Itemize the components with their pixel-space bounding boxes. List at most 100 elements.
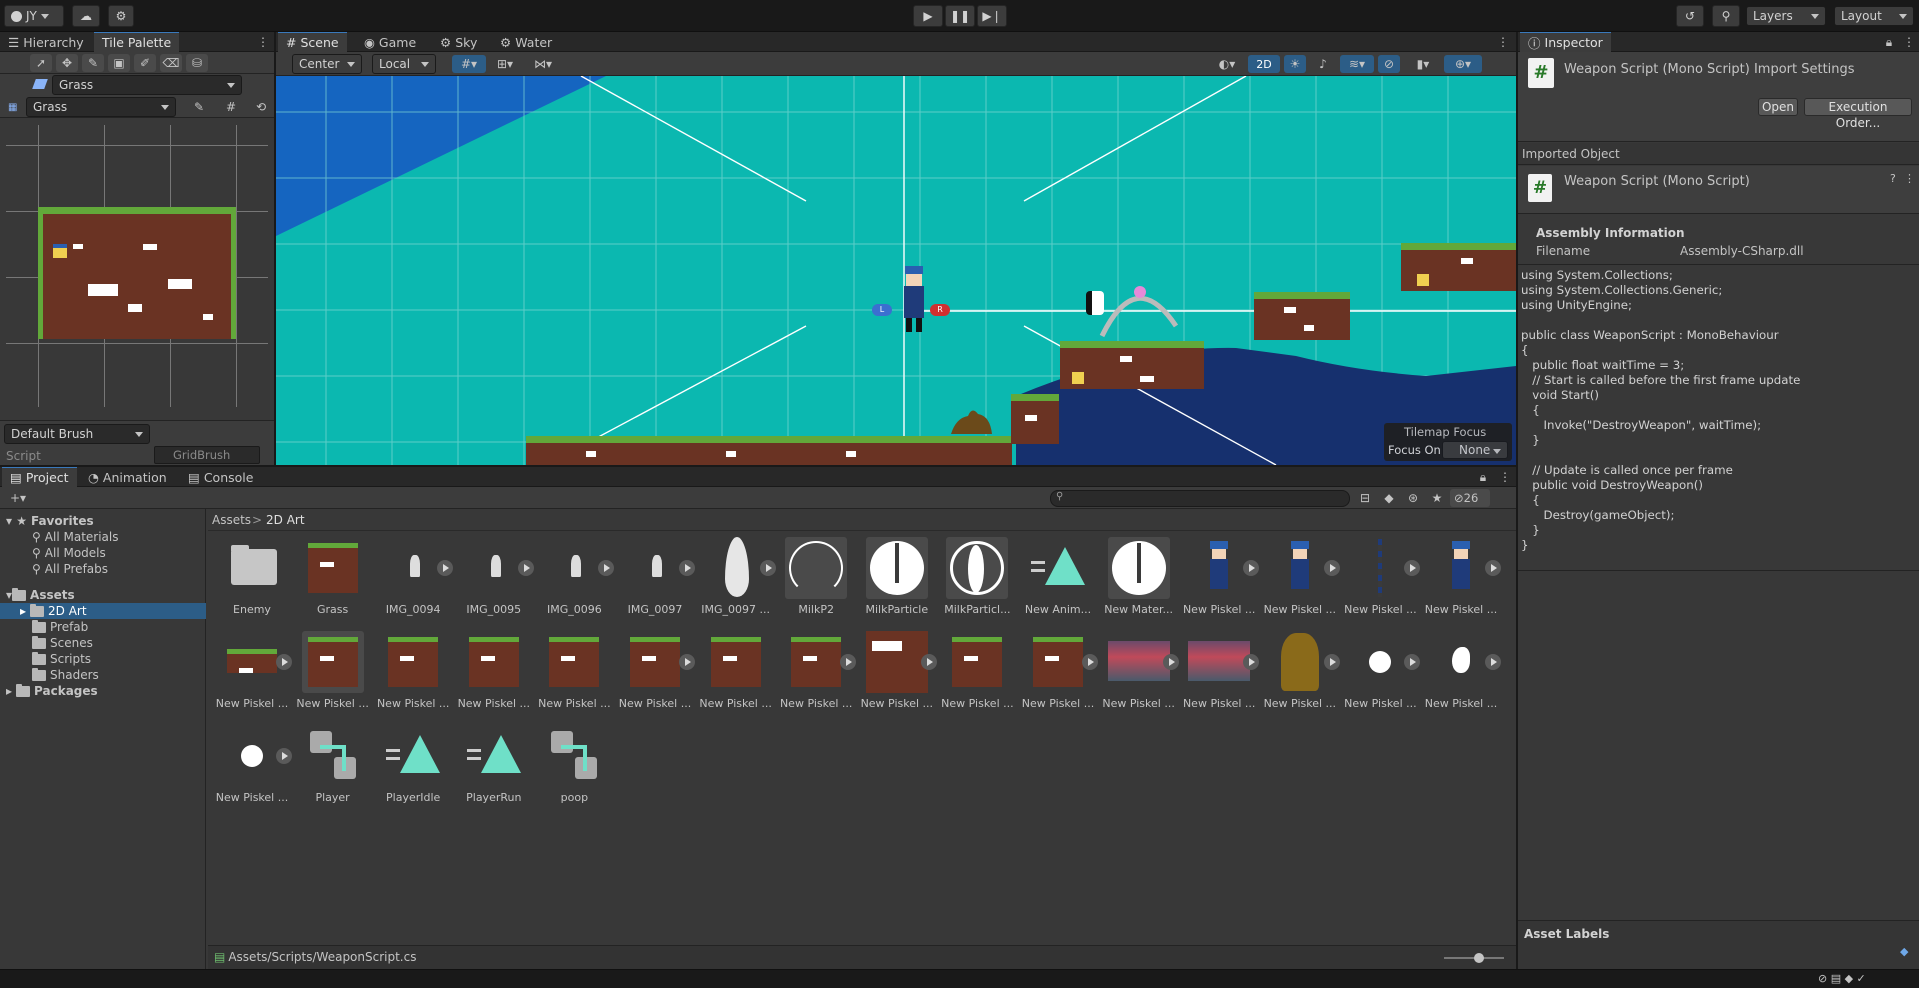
favorites-header[interactable]: ▾ ★ Favorites <box>0 513 94 529</box>
2d-toggle[interactable]: 2D <box>1248 55 1280 73</box>
asset-item[interactable]: poop <box>534 725 614 815</box>
step-platform[interactable] <box>1011 394 1059 444</box>
expand-play-icon[interactable] <box>679 654 695 670</box>
asset-item[interactable]: New Piskel ... <box>857 631 937 721</box>
asset-item[interactable]: New Piskel ... <box>937 631 1017 721</box>
player-sprite[interactable] <box>901 266 927 336</box>
fill-tool-icon[interactable]: ⛁ <box>186 54 208 72</box>
expand-play-icon[interactable] <box>1082 654 1098 670</box>
asset-item[interactable]: New Piskel ... <box>212 631 292 721</box>
asset-item[interactable]: New Piskel ... <box>1018 631 1098 721</box>
asset-item[interactable]: New Piskel ... <box>696 631 776 721</box>
expand-play-icon[interactable] <box>1162 654 1179 670</box>
lighting-icon[interactable]: ☀ <box>1284 55 1306 73</box>
asset-item[interactable]: New Piskel ... <box>1260 537 1340 627</box>
expand-play-icon[interactable] <box>1243 654 1260 670</box>
folder-2d-art[interactable]: ▸ 2D Art <box>0 603 206 619</box>
grid-snap-icon[interactable]: #▾ <box>452 55 486 73</box>
help-icon[interactable]: ? <box>1890 172 1896 185</box>
asset-item[interactable]: New Piskel ... <box>212 725 292 815</box>
asset-item[interactable]: IMG_0095 <box>454 537 534 627</box>
asset-item[interactable]: New Anim... <box>1018 537 1098 627</box>
settings-icon[interactable]: ⋮ <box>1904 172 1915 185</box>
expand-play-icon[interactable] <box>1485 654 1501 670</box>
asset-item[interactable]: Enemy <box>212 537 292 627</box>
collab-icon[interactable]: ⚙ <box>108 5 134 27</box>
expand-play-icon[interactable] <box>1243 560 1260 576</box>
cloud-icon[interactable]: ☁ <box>72 5 100 27</box>
expand-play-icon[interactable] <box>437 560 454 576</box>
focus-on-dropdown[interactable]: None <box>1442 441 1508 459</box>
expand-play-icon[interactable] <box>1404 654 1421 670</box>
breadcrumb-assets[interactable]: Assets <box>212 513 251 527</box>
space-dropdown[interactable]: Local <box>372 54 436 74</box>
pause-button[interactable]: ❚❚ <box>945 5 975 27</box>
scene-viewport[interactable]: L R Tilemap Focus Focus On None <box>276 76 1516 465</box>
asset-item[interactable]: IMG_0097 <box>615 537 695 627</box>
align-icon[interactable]: ⋈▾ <box>526 55 560 73</box>
create-asset-button[interactable]: +▾ <box>4 489 32 507</box>
upper-platform[interactable] <box>1401 243 1516 291</box>
gizmos-icon[interactable]: ⊕▾ <box>1444 55 1482 73</box>
layers-dropdown[interactable]: Layers <box>1746 6 1826 26</box>
expand-play-icon[interactable] <box>1323 654 1340 670</box>
breadcrumb-2d-art[interactable]: 2D Art <box>266 513 305 527</box>
active-tilemap-dropdown[interactable]: Grass <box>52 75 242 95</box>
expand-play-icon[interactable] <box>1404 560 1421 576</box>
asset-item[interactable]: New Piskel ... <box>373 631 453 721</box>
assets-folder[interactable]: ▾ Assets <box>0 587 75 603</box>
asset-item[interactable]: IMG_0094 <box>373 537 454 627</box>
expand-play-icon[interactable] <box>1323 560 1340 576</box>
floating-platform[interactable] <box>1254 292 1350 340</box>
folder-scenes[interactable]: Scenes <box>0 635 93 651</box>
shading-icon[interactable]: ◐▾ <box>1210 55 1244 73</box>
asset-item[interactable]: Grass <box>293 537 373 627</box>
palette-dropdown[interactable]: Grass <box>26 97 176 117</box>
folder-prefab[interactable]: Prefab <box>0 619 88 635</box>
palette-grid[interactable] <box>6 125 268 407</box>
project-lock-icon[interactable]: 🔒︎ <box>1472 468 1494 486</box>
label-tag-icon[interactable]: ◆ <box>1900 945 1908 958</box>
snap-increment-icon[interactable]: ⊞▾ <box>488 55 522 73</box>
account-dropdown[interactable]: JY <box>4 5 64 27</box>
move-tool-icon[interactable]: ✥ <box>56 54 78 72</box>
favorite-all-materials[interactable]: ⚲ All Materials <box>0 529 119 545</box>
select-tool-icon[interactable]: ➚ <box>30 54 52 72</box>
packages-folder[interactable]: ▸ Packages <box>0 683 98 699</box>
effects-icon[interactable]: ≋▾ <box>1340 55 1374 73</box>
asset-item[interactable]: Player <box>293 725 373 815</box>
lock-icon[interactable]: 🔒︎ <box>1878 33 1900 51</box>
tab-hierarchy[interactable]: ☰ Hierarchy <box>0 32 92 52</box>
asset-item[interactable]: IMG_0096 <box>534 537 615 627</box>
folder-scripts[interactable]: Scripts <box>0 651 91 667</box>
expand-play-icon[interactable] <box>276 748 292 764</box>
asset-item[interactable]: New Piskel ... <box>1421 631 1501 721</box>
tab-sky[interactable]: ⚙ Sky <box>432 32 485 52</box>
filter-icon[interactable]: ⊛ <box>1402 489 1424 507</box>
asset-item[interactable]: MilkP2 <box>776 537 856 627</box>
pivot-dropdown[interactable]: Center <box>292 54 362 74</box>
project-search-input[interactable]: ⚲ <box>1050 490 1350 507</box>
expand-play-icon[interactable] <box>679 560 695 576</box>
audio-icon[interactable]: ♪ <box>1312 55 1334 73</box>
layout-dropdown[interactable]: Layout <box>1834 6 1914 26</box>
asset-item[interactable]: New Piskel ... <box>776 631 857 721</box>
asset-item[interactable]: New Piskel ... <box>1340 631 1421 721</box>
asset-item[interactable]: IMG_0097 ... <box>696 537 776 627</box>
asset-item[interactable]: MilkParticl... <box>937 537 1017 627</box>
tab-scene[interactable]: # Scene <box>278 32 347 52</box>
open-button[interactable]: Open <box>1758 98 1798 116</box>
camera-icon[interactable]: ▮▾ <box>1406 55 1440 73</box>
asset-item[interactable]: New Piskel ... <box>1260 631 1340 721</box>
poop-sprite[interactable] <box>946 406 996 436</box>
expand-play-icon[interactable] <box>517 560 534 576</box>
asset-item[interactable]: New Piskel ... <box>1421 537 1501 627</box>
asset-item[interactable]: New Piskel ... <box>454 631 534 721</box>
hidden-packages-toggle[interactable]: ⊘26 <box>1450 489 1490 507</box>
grid-icon[interactable]: # <box>220 98 242 116</box>
asset-item[interactable]: New Piskel ... <box>615 631 695 721</box>
search-by-label-icon[interactable]: ◆ <box>1378 489 1400 507</box>
scene-menu-icon[interactable]: ⋮ <box>1492 33 1514 51</box>
tab-console[interactable]: ▤ Console <box>180 467 261 487</box>
tab-water[interactable]: ⚙ Water <box>492 32 560 52</box>
